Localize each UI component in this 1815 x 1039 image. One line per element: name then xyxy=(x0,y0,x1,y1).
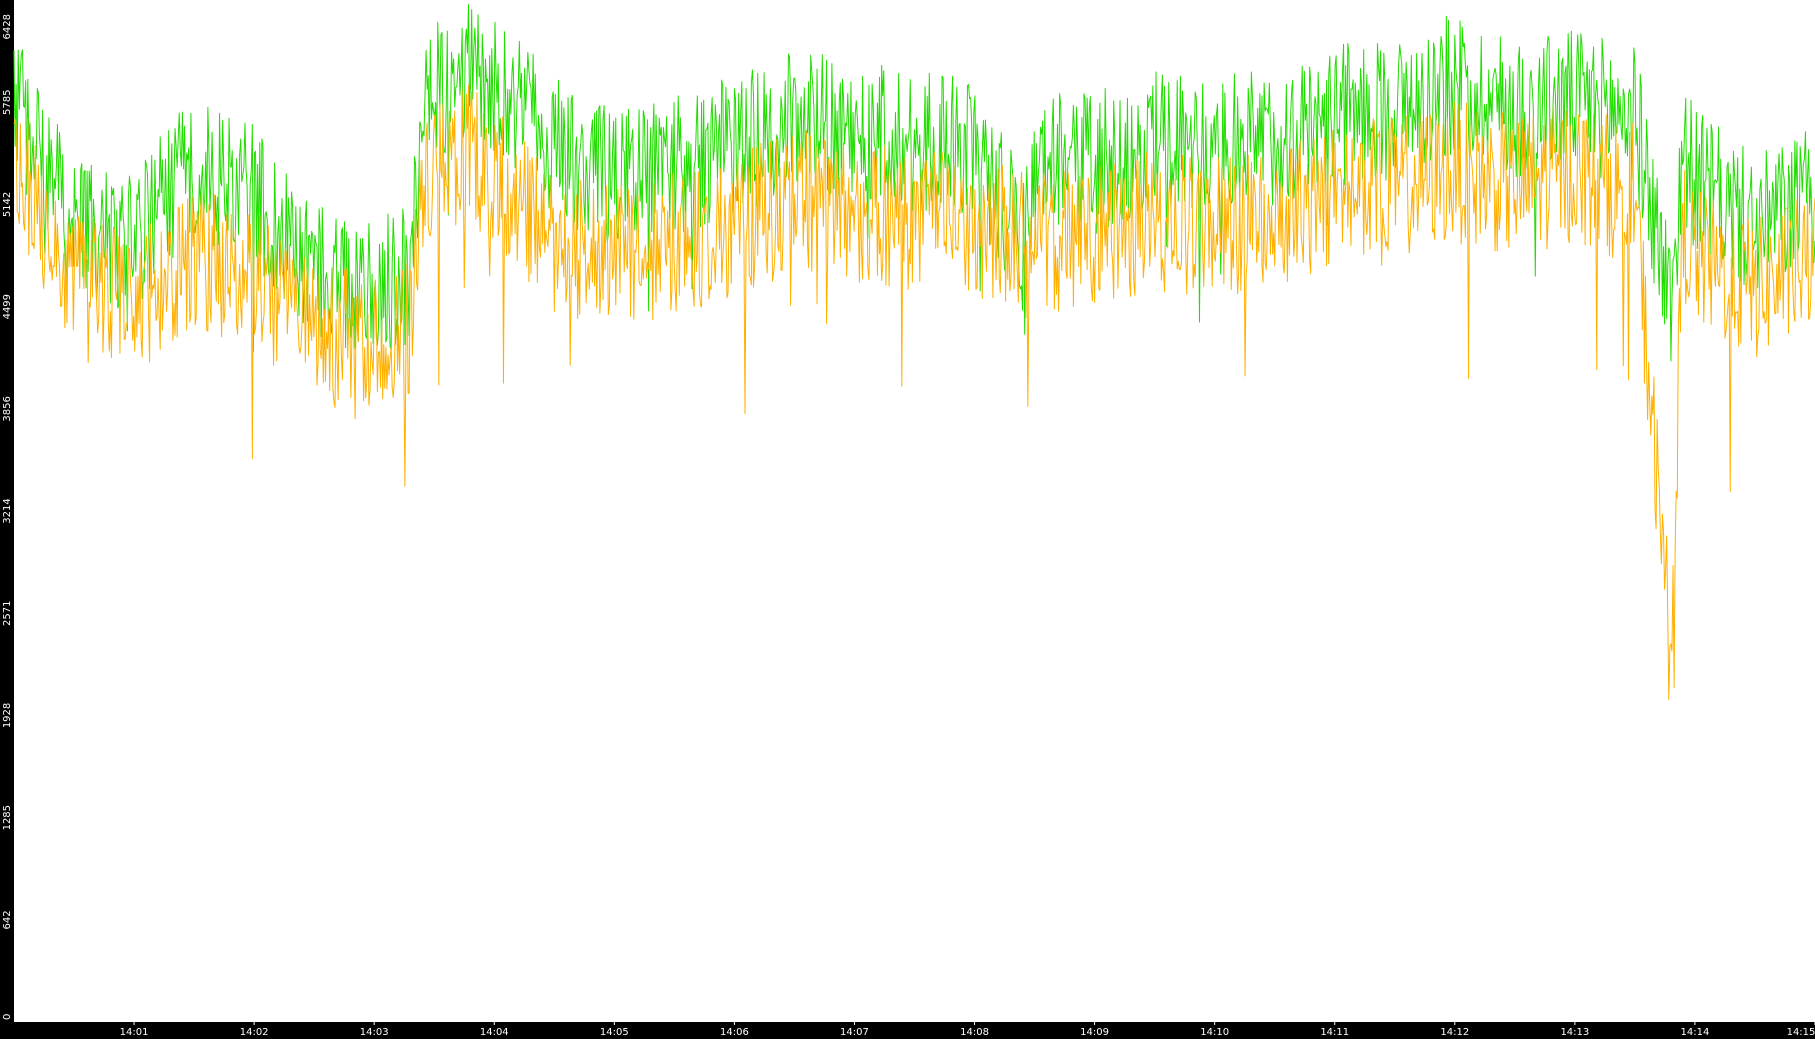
y-tick-label: 0 xyxy=(2,1014,13,1020)
y-tick-label: 4499 xyxy=(2,294,13,319)
x-tick-label: 14:04 xyxy=(480,1027,509,1038)
x-tick-label: 14:15 xyxy=(1787,1027,1815,1038)
y-tick-label: 6428 xyxy=(2,14,13,39)
y-tick-label: 642 xyxy=(2,910,13,929)
x-tick-label: 14:05 xyxy=(600,1027,629,1038)
y-tick-label: 1285 xyxy=(2,805,13,830)
x-tick-label: 14:09 xyxy=(1080,1027,1109,1038)
line-chart: 0 642 1285 1928 2571 3214 3856 4499 5142 5785 6428… xyxy=(0,0,1815,1039)
x-tick-label: 14:12 xyxy=(1440,1027,1469,1038)
x-tick-label: 14:10 xyxy=(1200,1027,1229,1038)
x-tick-label: 14:08 xyxy=(960,1027,989,1038)
y-tick-label: 2571 xyxy=(2,601,13,626)
x-tick-label: 14:11 xyxy=(1320,1027,1349,1038)
x-tick-label: 14:07 xyxy=(840,1027,869,1038)
x-tick-label: 14:01 xyxy=(120,1027,149,1038)
y-tick-label: 3214 xyxy=(2,498,13,523)
chart-svg: 0 642 1285 1928 2571 3214 3856 4499 5142 5785 6428… xyxy=(0,0,1815,1039)
y-tick-label: 5785 xyxy=(2,90,13,115)
x-tick-label: 14:02 xyxy=(240,1027,269,1038)
y-tick-label: 5142 xyxy=(2,192,13,217)
x-tick-label: 14:14 xyxy=(1681,1027,1710,1038)
x-tick-label: 14:06 xyxy=(720,1027,749,1038)
y-tick-label: 1928 xyxy=(2,703,13,728)
x-tick-label: 14:13 xyxy=(1560,1027,1589,1038)
y-tick-label: 3856 xyxy=(2,396,13,421)
x-tick-label: 14:03 xyxy=(360,1027,389,1038)
